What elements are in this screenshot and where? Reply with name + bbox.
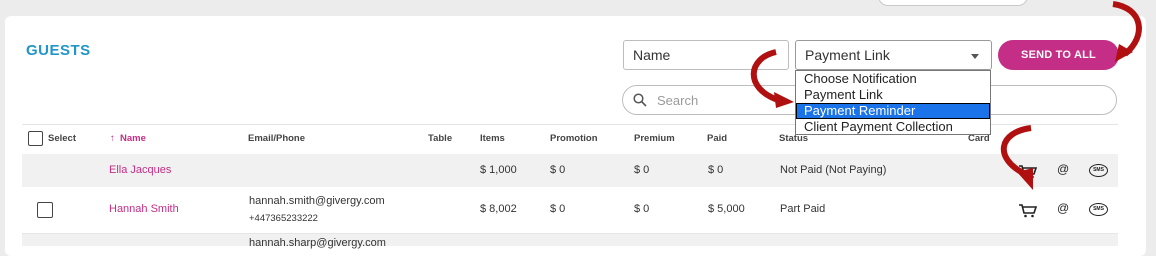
annotation-arrow xyxy=(750,49,794,108)
email-icon[interactable]: @ xyxy=(1057,201,1069,215)
search-icon xyxy=(633,93,647,107)
col-paid: Paid xyxy=(707,133,728,144)
premium-value: $ 0 xyxy=(634,203,650,215)
col-promotion: Promotion xyxy=(550,133,598,144)
guest-email: hannah.smith@givergy.com xyxy=(249,195,385,207)
table-row xyxy=(22,187,1118,234)
option-client-payment-collection[interactable]: Client Payment Collection xyxy=(796,119,990,135)
notification-select-value: Payment Link xyxy=(805,47,890,63)
guest-email: hannah.sharp@givergy.com xyxy=(249,237,386,249)
col-email: Email/Phone xyxy=(248,133,306,144)
select-all-checkbox[interactable] xyxy=(28,131,43,146)
col-table: Table xyxy=(428,133,453,144)
col-premium: Premium xyxy=(634,133,675,144)
paid-value: $ 0 xyxy=(708,164,724,176)
col-name-label: Name xyxy=(120,133,146,144)
status-value: Not Paid (Not Paying) xyxy=(780,164,887,176)
top-button[interactable] xyxy=(878,0,1028,6)
option-payment-reminder[interactable]: Payment Reminder xyxy=(796,103,990,119)
guest-name[interactable]: Hannah Smith xyxy=(109,203,179,215)
col-items: Items xyxy=(480,133,505,144)
table-row xyxy=(22,234,1118,246)
option-choose-notification[interactable]: Choose Notification xyxy=(796,71,990,87)
promotion-value: $ 0 xyxy=(550,164,566,176)
annotation-arrow xyxy=(1001,125,1033,190)
page-title: GUESTS xyxy=(26,42,91,59)
chevron-down-icon xyxy=(971,54,979,59)
email-icon[interactable]: @ xyxy=(1057,162,1069,176)
annotation-arrow xyxy=(1112,1,1142,62)
col-select: Select xyxy=(48,133,76,144)
option-payment-link[interactable]: Payment Link xyxy=(796,87,990,103)
notification-select[interactable]: Payment Link xyxy=(795,40,992,70)
cart-icon[interactable] xyxy=(1018,203,1038,218)
notification-dropdown: Choose Notification Payment Link Payment… xyxy=(795,70,991,135)
sms-icon[interactable]: SMS xyxy=(1089,203,1108,216)
sms-icon[interactable]: SMS xyxy=(1089,164,1108,177)
items-value: $ 1,000 xyxy=(480,164,517,176)
table-row xyxy=(22,154,1118,187)
col-name[interactable]: ↑ Name xyxy=(110,133,146,144)
sort-arrow-icon: ↑ xyxy=(110,133,115,144)
paid-value: $ 5,000 xyxy=(708,203,745,215)
premium-value: $ 0 xyxy=(634,164,650,176)
guest-name[interactable]: Ella Jacques xyxy=(109,164,171,176)
search-placeholder: Search xyxy=(657,93,699,108)
status-value: Part Paid xyxy=(780,203,826,215)
items-value: $ 8,002 xyxy=(480,203,517,215)
guest-phone: +447365233222 xyxy=(249,213,318,224)
row-checkbox[interactable] xyxy=(37,202,53,218)
promotion-value: $ 0 xyxy=(550,203,566,215)
